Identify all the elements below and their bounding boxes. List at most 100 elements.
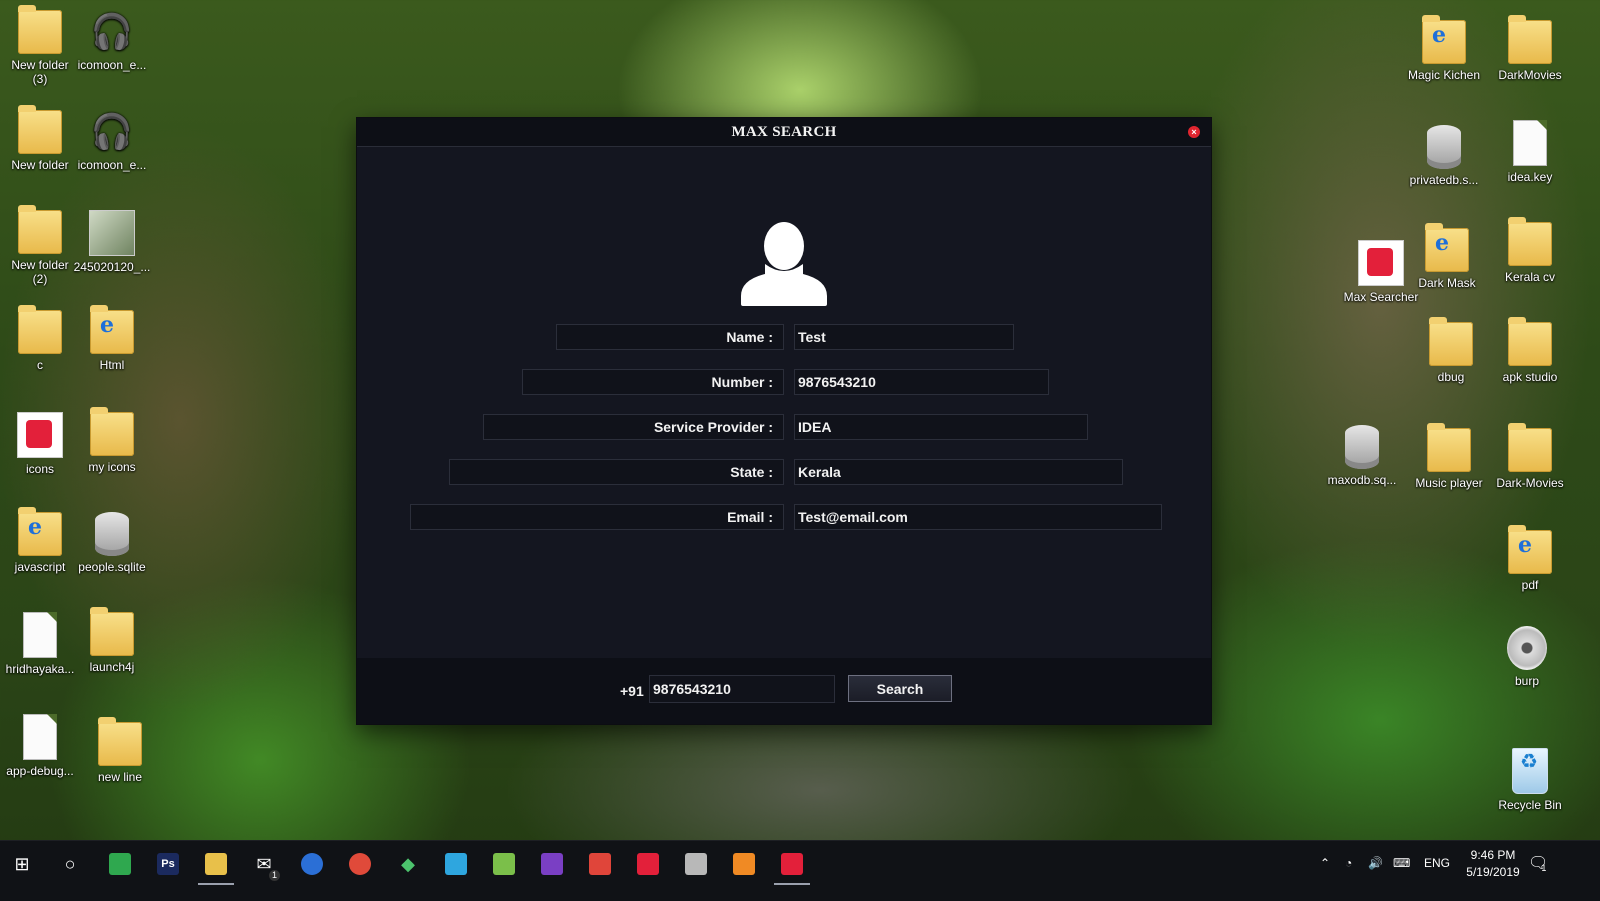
taskbar-button[interactable] (676, 847, 716, 881)
desktop-icon[interactable]: new line (80, 717, 160, 784)
desktop-icon[interactable]: New folder (3) (0, 5, 80, 86)
desktop-icon-label: my icons (88, 460, 136, 474)
document-icon (23, 612, 57, 658)
folder-icon (98, 717, 142, 766)
show-hidden-icons-icon[interactable]: ⌃ (1320, 841, 1330, 885)
desktop-icon[interactable]: New folder (2) (0, 205, 80, 286)
network-icon[interactable]: ◔ (1345, 841, 1352, 885)
notification-center[interactable]: 🗨 1 (1528, 841, 1548, 885)
desktop-icon-label: apk studio (1502, 370, 1558, 384)
taskbar: ⌃ ◔ 🔊 ⌨ ENG 9:46 PM 5/19/2019 🗨 1 ⊞ ○ Ps ✉ 1… (0, 840, 1600, 901)
taskbar-button[interactable] (196, 847, 236, 885)
taskbar-button[interactable] (628, 847, 668, 881)
email-label: Email : (410, 504, 784, 530)
desktop-icon[interactable]: app-debug... (0, 714, 80, 778)
desktop-icon[interactable]: javascript (0, 507, 80, 574)
folder-icon (90, 407, 134, 456)
disc-icon (1507, 626, 1547, 670)
file-explorer-icon (205, 853, 227, 875)
desktop-icon[interactable]: launch4j (72, 607, 152, 674)
language-indicator[interactable]: ENG (1424, 841, 1450, 885)
desktop-icon[interactable]: 245020120_... (72, 210, 152, 274)
desktop-icon[interactable]: apk studio (1490, 317, 1570, 384)
name-value: Test (794, 324, 1014, 350)
folder-icon (1508, 217, 1552, 266)
ie-folder-icon (18, 507, 62, 556)
taskbar-button[interactable] (340, 847, 380, 881)
taskbar-button[interactable]: ◆ (388, 847, 428, 881)
desktop-icon-label: javascript (14, 560, 66, 574)
taskbar-button[interactable] (772, 847, 812, 885)
taskbar-button[interactable] (436, 847, 476, 881)
database-icon (685, 853, 707, 875)
taskbar-button[interactable] (100, 847, 140, 881)
desktop-icon[interactable]: pdf (1490, 525, 1570, 592)
desktop-icon[interactable]: my icons (72, 407, 152, 474)
desktop-icon[interactable]: Dark-Movies (1490, 423, 1570, 490)
search-button[interactable]: Search (848, 675, 952, 702)
chrome-icon (349, 853, 371, 875)
desktop-icon-label: c (37, 358, 43, 372)
taskbar-button[interactable]: ○ (50, 847, 90, 881)
taskbar-button[interactable] (484, 847, 524, 881)
desktop-icon[interactable]: Magic Kichen (1404, 15, 1484, 82)
taskbar-button[interactable]: Ps (148, 847, 188, 881)
clock-time: 9:46 PM (1470, 848, 1516, 862)
desktop-icon[interactable]: Music player (1409, 423, 1489, 490)
app-green-icon (109, 853, 131, 875)
desktop-icon-label: 245020120_... (73, 260, 151, 274)
desktop-icon-label: privatedb.s... (1409, 173, 1479, 187)
desktop-icon[interactable]: Kerala cv (1490, 217, 1570, 284)
titlebar[interactable]: MAX SEARCH × (357, 118, 1211, 147)
taskbar-button[interactable] (724, 847, 764, 881)
desktop-icon[interactable]: Dark Mask (1407, 223, 1487, 290)
field-row-name: Name : Test (357, 324, 1211, 350)
state-label: State : (449, 459, 784, 485)
volume-icon[interactable]: 🔊 (1368, 841, 1383, 885)
desktop-icon[interactable]: c (0, 305, 80, 372)
taskbar-button[interactable] (292, 847, 332, 881)
photoshop-icon: Ps (157, 853, 179, 875)
desktop-icon-label: hridhayaka... (5, 662, 75, 676)
ie-folder-icon (90, 305, 134, 354)
cortana-search-icon: ○ (64, 853, 76, 874)
clock[interactable]: 9:46 PM 5/19/2019 (1458, 847, 1528, 881)
max-search-dialog: MAX SEARCH × Name : Test Number : 987654… (357, 118, 1211, 724)
number-value: 9876543210 (794, 369, 1049, 395)
field-row-number: Number : 9876543210 (357, 369, 1211, 395)
desktop-icon[interactable]: privatedb.s... (1404, 125, 1484, 187)
max-searcher-icon (637, 853, 659, 875)
desktop-icon[interactable]: New folder (0, 105, 80, 172)
search-footer: +91 Search (357, 658, 1211, 724)
phone-search-input[interactable] (649, 675, 835, 703)
desktop-icon[interactable]: DarkMovies (1490, 15, 1570, 82)
desktop-icon[interactable]: idea.key (1490, 120, 1570, 184)
taskbar-button[interactable]: ⊞ (2, 847, 42, 881)
email-value: Test@email.com (794, 504, 1162, 530)
desktop-icon[interactable]: 🎧 icomoon_e... (72, 110, 152, 172)
user-avatar-icon (741, 222, 827, 306)
desktop-icon[interactable]: Html (72, 305, 152, 372)
keyboard-icon[interactable]: ⌨ (1393, 841, 1410, 885)
state-value: Kerala (794, 459, 1123, 485)
desktop-icon[interactable]: people.sqlite (72, 512, 152, 574)
close-icon[interactable]: × (1188, 126, 1200, 138)
desktop-icon[interactable]: hridhayaka... (0, 612, 80, 676)
desktop-icon-label: Kerala cv (1504, 270, 1556, 284)
desktop-icon[interactable]: maxodb.sq... (1322, 425, 1402, 487)
taskbar-button[interactable]: ✉ 1 (244, 847, 284, 881)
folder-icon (18, 105, 62, 154)
desktop-icon[interactable]: dbug (1411, 317, 1491, 384)
desktop-icon[interactable]: icons (0, 412, 80, 476)
desktop-icon-label: New folder (2) (11, 258, 69, 286)
field-row-email: Email : Test@email.com (357, 504, 1211, 530)
desktop-icon[interactable]: Recycle Bin (1490, 748, 1570, 812)
desktop-icon[interactable]: 🎧 icomoon_e... (72, 10, 152, 72)
desktop-icon-label: icomoon_e... (77, 158, 147, 172)
taskbar-button[interactable] (580, 847, 620, 881)
visual-studio-icon (541, 853, 563, 875)
taskbar-button[interactable] (532, 847, 572, 881)
desktop-icon-label: New folder (11, 158, 69, 172)
desktop-icon-label: people.sqlite (78, 560, 146, 574)
desktop-icon[interactable]: burp (1487, 626, 1567, 688)
